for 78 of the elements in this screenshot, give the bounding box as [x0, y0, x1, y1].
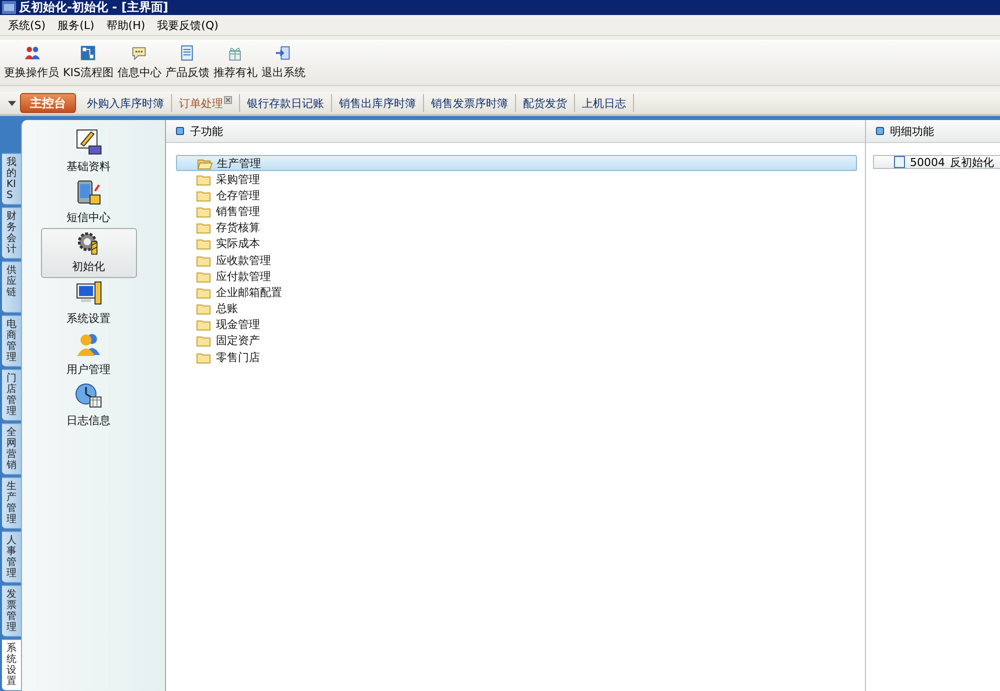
tree-item[interactable]: 零售门店	[176, 349, 857, 366]
folder-icon	[196, 302, 212, 316]
tree-item[interactable]: 销售管理	[176, 203, 857, 220]
menu-item[interactable]: 系统(S)	[2, 18, 52, 32]
square-icon	[876, 127, 884, 135]
folder-icon	[196, 204, 212, 218]
nav-item[interactable]: 初始化	[40, 228, 136, 278]
square-icon	[176, 127, 184, 135]
tree-item[interactable]: 生产管理	[176, 155, 857, 171]
app-icon	[2, 1, 16, 14]
close-icon[interactable]	[224, 96, 232, 104]
toolbar-button[interactable]: 信息中心	[115, 45, 164, 85]
open-folder-icon	[197, 156, 213, 170]
document-icon	[179, 45, 196, 61]
exit-icon	[275, 45, 292, 61]
module-tab[interactable]: 财务会计	[2, 207, 22, 259]
tree-item[interactable]: 现金管理	[176, 316, 857, 333]
module-tab[interactable]: 供应链	[2, 261, 22, 313]
module-tab[interactable]: 系统设置	[2, 639, 22, 691]
tree-item[interactable]: 企业邮箱配置	[176, 284, 857, 300]
tree-item[interactable]: 固定资产	[176, 332, 857, 350]
toolbar-button[interactable]: 产品反馈	[163, 45, 212, 85]
tab[interactable]: 上机日志	[575, 94, 634, 112]
folder-icon	[196, 334, 212, 348]
module-tab[interactable]: 发票管理	[2, 585, 22, 637]
panel-title: 明细功能	[890, 124, 934, 138]
nav-item[interactable]: 系统设置	[40, 278, 136, 329]
window-title: 反初始化-初始化 - [主界面]	[19, 0, 168, 16]
module-tab[interactable]: 门店管理	[2, 369, 22, 421]
menu-item[interactable]: 帮助(H)	[100, 18, 152, 32]
nav-item[interactable]: 基础资料	[40, 126, 136, 177]
tree-item[interactable]: 总账	[176, 300, 857, 317]
folder-icon	[196, 270, 212, 283]
document-icon	[894, 156, 905, 168]
detail-item[interactable]: 50004 反初始化	[873, 155, 1000, 169]
people-icon	[24, 45, 40, 61]
folder-icon	[196, 221, 212, 234]
folder-icon	[196, 350, 212, 364]
module-tab[interactable]: 人事管理	[2, 531, 22, 583]
tab[interactable]: 销售发票序时簿	[424, 94, 516, 112]
module-tab[interactable]: 电商管理	[2, 315, 22, 367]
tab[interactable]: 外购入库序时簿	[80, 94, 172, 112]
tab[interactable]: 订单处理	[172, 94, 240, 112]
toolbar-button[interactable]: 更换操作员	[2, 45, 61, 85]
tree-item[interactable]: 应收款管理	[176, 252, 857, 268]
menu-item[interactable]: 服务(L)	[52, 18, 100, 32]
toolbar-button[interactable]: KIS流程图	[61, 45, 116, 85]
gift-icon	[227, 45, 244, 61]
folder-icon	[196, 237, 212, 250]
toolbar-button[interactable]: 退出系统	[259, 45, 308, 85]
nav-item[interactable]: 日志信息	[40, 380, 136, 431]
chat-bubble-icon	[131, 45, 148, 61]
tree-item[interactable]: 存货核算	[176, 220, 857, 236]
module-tab[interactable]: 全网营销	[2, 423, 22, 475]
tab[interactable]: 配货发货	[516, 94, 575, 112]
folder-icon	[196, 318, 212, 332]
nav-item[interactable]: 用户管理	[40, 329, 136, 380]
folder-icon	[196, 188, 212, 202]
menu-item[interactable]: 我要反馈(Q)	[151, 18, 224, 32]
tree-item[interactable]: 应付款管理	[176, 268, 857, 284]
tab[interactable]: 银行存款日记账	[240, 94, 332, 112]
caret-icon	[7, 99, 17, 107]
folder-icon	[196, 254, 212, 267]
tree-item[interactable]: 采购管理	[176, 171, 857, 188]
phone-icon	[74, 179, 102, 207]
nav-item[interactable]: 短信中心	[40, 177, 136, 228]
clock-icon	[74, 382, 102, 410]
flowchart-icon	[80, 45, 96, 61]
tab[interactable]: 销售出库序时簿	[332, 94, 424, 112]
panel-title: 子功能	[190, 124, 223, 138]
module-tab[interactable]: 生产管理	[2, 477, 22, 529]
users-icon	[74, 331, 102, 359]
tree-item[interactable]: 仓存管理	[176, 187, 857, 204]
pencil-drawing-icon	[74, 128, 102, 156]
tree-item[interactable]: 实际成本	[176, 236, 857, 252]
toolbar-button[interactable]: 推荐有礼	[211, 45, 260, 85]
folder-icon	[196, 286, 212, 299]
module-tab[interactable]: 我的KIS	[2, 153, 22, 205]
